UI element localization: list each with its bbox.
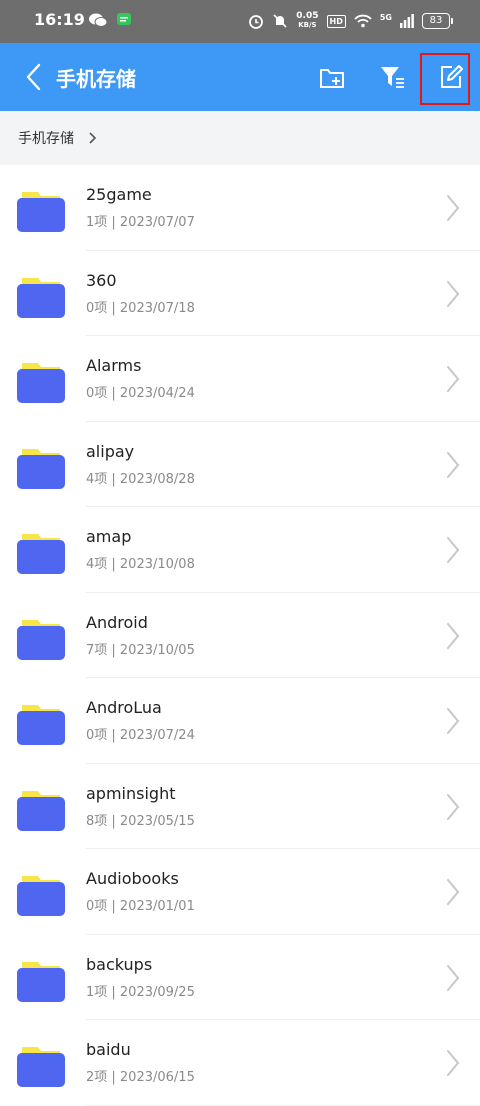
hd-badge: HD — [326, 14, 346, 28]
folder-icon — [17, 705, 65, 745]
chevron-right-icon — [447, 964, 460, 991]
folder-name: amap — [86, 527, 132, 546]
wechat-icon — [89, 13, 108, 27]
chevron-right-icon — [447, 537, 460, 563]
folder-icon — [17, 790, 65, 831]
folder-row[interactable]: amap 4项 | 2023/10/08 — [0, 507, 480, 593]
folder-meta: 0项 | 2023/04/24 — [86, 386, 195, 401]
folder-icon — [17, 961, 65, 1002]
folder-icon — [17, 619, 65, 660]
folder-meta: 1项 | 2023/07/07 — [86, 215, 195, 230]
folder-row[interactable]: alipay 4项 | 2023/08/28 — [0, 422, 480, 507]
folder-name: apminsight — [86, 783, 176, 803]
folder-row[interactable]: backups 1项 | 2023/09/25 — [0, 935, 480, 1020]
folder-row[interactable]: Android 7项 | 2023/10/05 — [0, 593, 480, 678]
alarm-icon — [249, 15, 264, 29]
folder-icon — [17, 534, 65, 574]
status-right: 0.05 KB/S HD 5G 83 — [248, 12, 453, 30]
folder-meta: 7项 | 2023/10/05 — [86, 642, 195, 658]
folder-row[interactable]: AndroLua 0项 | 2023/07/24 — [0, 678, 480, 764]
wifi-icon — [354, 14, 372, 28]
signal-icon — [400, 14, 414, 28]
folder-name: Audiobooks — [86, 869, 179, 888]
folder-meta: 8项 | 2023/05/15 — [86, 813, 195, 829]
row-divider — [86, 1104, 480, 1106]
chevron-right-icon — [447, 280, 460, 307]
chevron-right-icon — [447, 879, 460, 905]
speed-unit: KB/S — [298, 21, 317, 29]
folder-name: 25game — [86, 185, 152, 204]
notification-icons — [88, 12, 132, 28]
folder-name: backups — [86, 954, 153, 974]
folder-icon — [17, 876, 65, 916]
folder-meta: 4项 | 2023/08/28 — [86, 471, 195, 487]
folder-row[interactable]: apminsight 8项 | 2023/05/15 — [0, 764, 480, 849]
folder-row[interactable]: Audiobooks 0项 | 2023/01/01 — [0, 849, 480, 935]
chevron-right-icon — [447, 451, 460, 478]
chevron-right-icon — [447, 793, 460, 820]
folder-meta: 1项 | 2023/09/25 — [86, 984, 195, 1000]
new-folder-icon[interactable] — [318, 63, 346, 91]
folder-name: baidu — [86, 1040, 131, 1059]
folder-icon — [17, 448, 65, 489]
breadcrumb: 手机存储 — [0, 111, 480, 165]
folder-row[interactable]: Alarms 0项 | 2023/04/24 — [0, 336, 480, 422]
folder-name: Android — [86, 612, 148, 632]
folder-meta: 0项 | 2023/01/01 — [86, 899, 195, 914]
chevron-right-icon — [447, 622, 460, 649]
folder-meta: 0项 | 2023/07/18 — [86, 300, 195, 316]
status-time: 16:19 — [34, 10, 85, 29]
message-icon — [117, 13, 131, 25]
folder-list: 25game 1项 | 2023/07/07 360 0项 | 2023/07/18 A… — [0, 165, 480, 1106]
network-speed: 0.05 KB/S — [296, 12, 318, 30]
filter-icon[interactable] — [378, 63, 406, 91]
folder-row[interactable]: 360 0项 | 2023/07/18 — [0, 251, 480, 336]
folder-icon — [17, 277, 65, 318]
mute-icon — [273, 14, 287, 28]
folder-icon — [17, 192, 65, 232]
edit-button-highlight — [420, 53, 470, 105]
speed-value: 0.05 — [296, 11, 319, 21]
folder-icon — [17, 1047, 65, 1087]
folder-meta: 4项 | 2023/10/08 — [86, 557, 195, 572]
chevron-right-icon — [447, 366, 460, 392]
breadcrumb-root[interactable]: 手机存储 — [18, 128, 74, 148]
chevron-right-icon — [447, 195, 460, 221]
folder-meta: 2项 | 2023/06/15 — [86, 1070, 195, 1085]
folder-row[interactable]: baidu 2项 | 2023/06/15 — [0, 1020, 480, 1106]
status-bar: 16:19 0.05 KB/S HD 5G 83 — [0, 0, 480, 43]
folder-name: 360 — [86, 270, 117, 290]
network-type: 5G — [379, 12, 392, 22]
folder-name: AndroLua — [86, 698, 162, 717]
chevron-right-icon — [89, 132, 97, 144]
chevron-right-icon — [447, 708, 460, 734]
folder-row[interactable]: 25game 1项 | 2023/07/07 — [0, 165, 480, 251]
app-bar: 手机存储 — [0, 43, 480, 111]
folder-name: alipay — [86, 441, 135, 461]
folder-icon — [17, 363, 65, 403]
page-title: 手机存储 — [56, 67, 136, 91]
battery-indicator: 83 — [422, 13, 453, 29]
chevron-right-icon — [447, 1050, 460, 1076]
folder-meta: 0项 | 2023/07/24 — [86, 728, 195, 743]
folder-name: Alarms — [86, 356, 142, 375]
back-arrow-icon[interactable] — [22, 61, 46, 93]
